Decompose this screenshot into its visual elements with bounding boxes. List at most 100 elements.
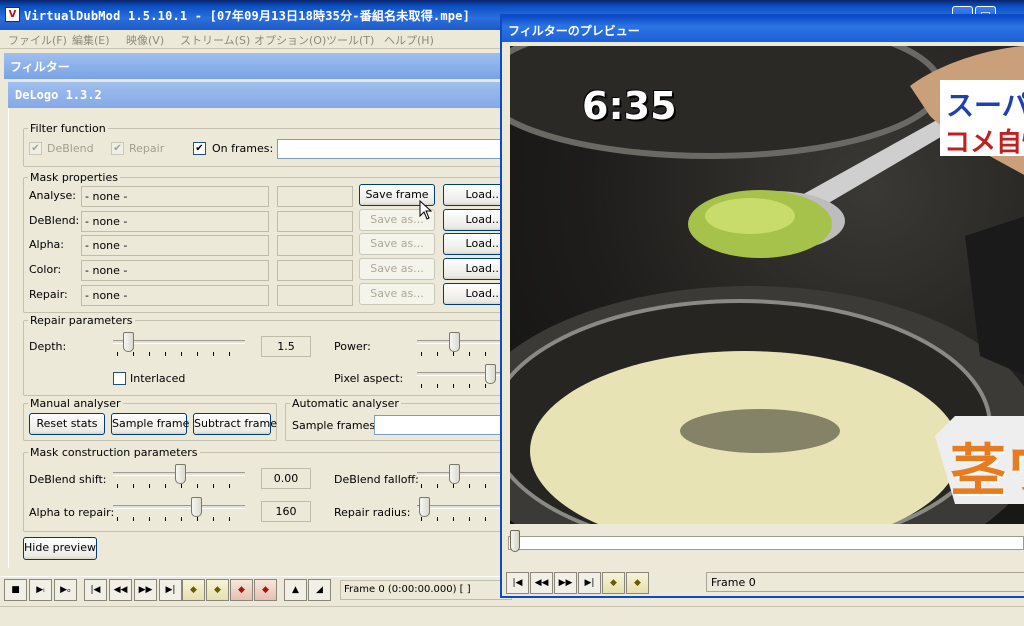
deblend-falloff-label: DeBlend falloff: <box>334 473 419 486</box>
manual-analyser-legend: Manual analyser <box>30 397 121 410</box>
deblend-falloff-slider-thumb[interactable] <box>449 464 460 484</box>
on-frames-input[interactable] <box>277 139 525 159</box>
menu-stream[interactable]: ストリーム(S) <box>180 32 250 48</box>
play-output-icon: ▶ₒ <box>60 585 71 595</box>
menu-tools[interactable]: ツール(T) <box>326 32 374 48</box>
alpha-mask-info <box>277 235 353 256</box>
depth-slider[interactable] <box>113 332 245 358</box>
subtract-frame-button[interactable]: Subtract frame <box>193 413 277 435</box>
color-mask-info <box>277 260 353 281</box>
deblend-shift-label: DeBlend shift: <box>29 473 107 486</box>
analyse-label: Analyse: <box>29 189 77 202</box>
prev-keyframe-icon: ◆ <box>610 578 617 588</box>
power-slider-thumb[interactable] <box>449 332 460 352</box>
menu-edit[interactable]: 編集(E) <box>72 32 110 48</box>
mask-construction-legend: Mask construction parameters <box>30 446 198 459</box>
repair-checkbox[interactable]: ✔ <box>111 142 124 155</box>
repair-parameters-legend: Repair parameters <box>30 314 133 327</box>
video-banner-bottom: 茎ワ <box>950 439 1024 504</box>
alpha-to-repair-label: Alpha to repair: <box>29 506 115 519</box>
preview-title-bar[interactable]: フィルターのプレビュー <box>502 16 1024 42</box>
preview-next-keyframe-button[interactable]: ◆ <box>626 572 649 594</box>
deblend-mask-label: DeBlend: <box>29 214 80 227</box>
step-forward-button[interactable]: ▶▶ <box>134 579 157 601</box>
playback-toolbar: ■ ▶ᵢ ▶ₒ |◀ ◀◀ ▶▶ ▶| ◆ ◆ ◆ ◆ ▲ ◢ Frame 0 … <box>0 576 520 606</box>
alpha-to-repair-slider[interactable] <box>113 497 245 523</box>
scene-back-icon: ▲ <box>292 585 299 595</box>
delogo-dialog: Filter function ✔ DeBlend ✔ Repair ✔ On … <box>8 108 525 568</box>
preview-go-end-button[interactable]: ▶| <box>578 572 601 594</box>
filters-window-title: フィルター <box>10 60 70 74</box>
step-back-button[interactable]: ◀◀ <box>109 579 132 601</box>
deblend-shift-slider[interactable] <box>113 464 245 490</box>
alpha-to-repair-slider-thumb[interactable] <box>191 497 202 517</box>
repair-mask-label: Repair: <box>29 288 68 301</box>
filters-window-title-bar[interactable]: フィルター <box>4 53 524 79</box>
depth-slider-thumb[interactable] <box>123 332 134 352</box>
repair-save-as-button[interactable]: Save as... <box>359 283 435 305</box>
analyse-mask-field: - none - <box>81 186 269 207</box>
interlaced-label: Interlaced <box>130 372 186 385</box>
delogo-title-bar[interactable]: DeLogo 1.3.2 <box>8 82 524 108</box>
mouse-cursor-icon <box>419 200 433 220</box>
repair-mask-field: - none - <box>81 285 269 306</box>
reset-stats-button[interactable]: Reset stats <box>29 413 105 435</box>
preview-frame-label: Frame 0 <box>706 572 1024 592</box>
main-window-title: VirtualDubMod 1.5.10.1 - [07年09月13日18時35… <box>24 9 471 23</box>
menu-video[interactable]: 映像(V) <box>126 32 164 48</box>
scene-forward-button[interactable]: ◢ <box>308 579 331 601</box>
preview-step-back-button[interactable]: ◀◀ <box>530 572 553 594</box>
preview-step-forward-button[interactable]: ▶▶ <box>554 572 577 594</box>
next-keyframe-icon: ◆ <box>214 585 221 595</box>
video-banner-top: スーパー <box>946 89 1024 122</box>
deblend-checkbox[interactable]: ✔ <box>29 142 42 155</box>
frame-position-status: Frame 0 (0:00:00.000) [ ] <box>340 580 512 600</box>
go-start-button[interactable]: |◀ <box>84 579 107 601</box>
preview-position-thumb[interactable] <box>510 530 520 552</box>
scene-back-button[interactable]: ▲ <box>284 579 307 601</box>
repair-label: Repair <box>129 142 165 155</box>
repair-radius-label: Repair radius: <box>334 506 411 519</box>
preview-prev-keyframe-button[interactable]: ◆ <box>602 572 625 594</box>
status-bar <box>0 606 1024 626</box>
deblend-mask-field: - none - <box>81 211 269 232</box>
deblend-shift-slider-thumb[interactable] <box>175 464 186 484</box>
pixel-aspect-slider-thumb[interactable] <box>485 364 496 384</box>
color-mask-field: - none - <box>81 260 269 281</box>
color-save-as-button[interactable]: Save as... <box>359 258 435 280</box>
mark-out-button[interactable]: ◆ <box>254 579 277 601</box>
depth-label: Depth: <box>29 340 67 353</box>
step-forward-icon: ▶▶ <box>138 585 153 595</box>
sample-frame-button[interactable]: Sample frame <box>111 413 189 435</box>
play-input-button[interactable]: ▶ᵢ <box>29 579 52 601</box>
go-end-button[interactable]: ▶| <box>159 579 182 601</box>
alpha-to-repair-value: 160 <box>261 501 311 522</box>
stop-button[interactable]: ■ <box>4 579 27 601</box>
scene-forward-icon: ◢ <box>316 585 323 595</box>
go-end-icon: ▶| <box>584 578 595 588</box>
stop-icon: ■ <box>11 585 20 595</box>
go-end-icon: ▶| <box>165 585 176 595</box>
menu-file[interactable]: ファイル(F) <box>8 32 67 48</box>
mask-properties-legend: Mask properties <box>30 171 118 184</box>
interlaced-checkbox[interactable] <box>113 372 126 385</box>
hide-preview-button[interactable]: Hide preview <box>23 537 97 560</box>
step-back-icon: ◀◀ <box>534 578 549 588</box>
filter-function-legend: Filter function <box>30 122 106 135</box>
mark-in-button[interactable]: ◆ <box>230 579 253 601</box>
menu-options[interactable]: オプション(O) <box>254 32 326 48</box>
play-output-button[interactable]: ▶ₒ <box>54 579 77 601</box>
preview-go-start-button[interactable]: |◀ <box>506 572 529 594</box>
repair-radius-slider-thumb[interactable] <box>419 497 430 517</box>
prev-keyframe-button[interactable]: ◆ <box>182 579 205 601</box>
next-keyframe-button[interactable]: ◆ <box>206 579 229 601</box>
alpha-save-as-button[interactable]: Save as... <box>359 233 435 255</box>
preview-position-slider[interactable] <box>502 528 1024 556</box>
pixel-aspect-label: Pixel aspect: <box>334 372 404 385</box>
color-mask-label: Color: <box>29 263 62 276</box>
sample-frames-label: Sample frames: <box>292 419 379 432</box>
automatic-analyser-legend: Automatic analyser <box>292 397 399 410</box>
on-frames-checkbox[interactable]: ✔ <box>193 142 206 155</box>
menu-help[interactable]: ヘルプ(H) <box>384 32 434 48</box>
depth-value: 1.5 <box>261 336 311 357</box>
